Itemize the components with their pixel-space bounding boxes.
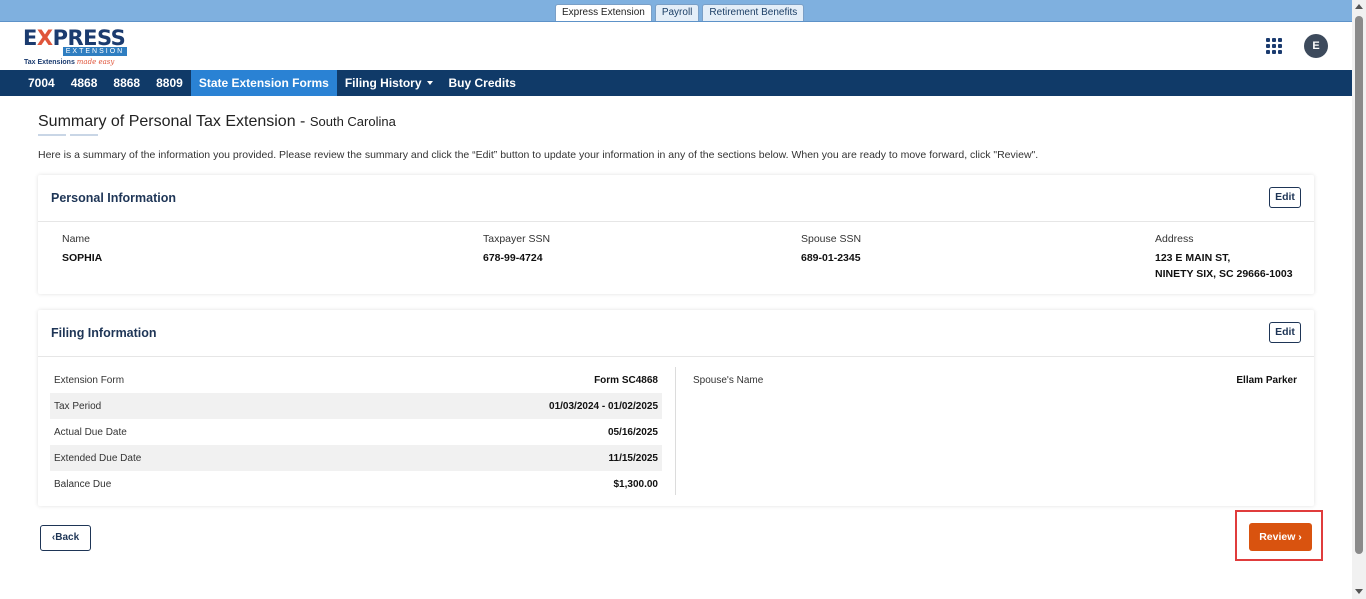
app-tab-payroll[interactable]: Payroll — [654, 4, 700, 21]
nav-item-state-extension-forms[interactable]: State Extension Forms — [190, 70, 337, 96]
nav-item-buy-credits[interactable]: Buy Credits — [441, 70, 524, 96]
field-label: Address — [1155, 233, 1194, 245]
logo-extension-band: EXTENSION — [63, 47, 127, 56]
nav-item-label: Filing History — [344, 76, 422, 90]
header: EXPRESS EXTENSION Tax Extensions made ea… — [0, 22, 1352, 70]
edit-filing-button[interactable]: Edit — [1269, 322, 1301, 343]
nav-item-7004[interactable]: 7004 — [20, 70, 63, 96]
nav-item-4868[interactable]: 4868 — [63, 70, 106, 96]
main-nav: 7004 4868 8868 8809 State Extension Form… — [0, 70, 1352, 96]
table-row: Extended Due Date 11/15/2025 — [50, 445, 662, 471]
table-row: Actual Due Date 05/16/2025 — [50, 419, 662, 445]
address-field: Address 123 E MAIN ST, NINETY SIX, SC 29… — [1155, 233, 1293, 282]
express-extension-logo[interactable]: EXPRESS EXTENSION Tax Extensions made ea… — [23, 27, 133, 67]
nav-item-filing-history[interactable]: Filing History — [337, 70, 441, 96]
scrollbar-thumb[interactable] — [1355, 16, 1363, 554]
row-value: Form SC4868 — [594, 374, 658, 386]
row-label: Spouse's Name — [693, 374, 764, 386]
field-label: Name — [62, 233, 91, 245]
table-row: Spouse's Name Ellam Parker — [689, 367, 1301, 393]
nav-item-8868[interactable]: 8868 — [105, 70, 148, 96]
row-value: 11/15/2025 — [608, 452, 659, 464]
scroll-up-arrow-icon[interactable] — [1355, 4, 1363, 9]
caret-down-icon — [426, 80, 433, 85]
table-row: Extension Form Form SC4868 — [50, 367, 662, 393]
state-name: South Carolina — [309, 114, 396, 129]
row-value: $1,300.00 — [613, 478, 659, 490]
back-label: Back — [55, 532, 80, 543]
row-label: Extension Form — [54, 374, 125, 386]
address-line-1: 123 E MAIN ST, — [1155, 252, 1231, 264]
filing-details-table: Extension Form Form SC4868 Tax Period 01/0… — [50, 367, 662, 497]
row-label: Balance Due — [54, 478, 112, 490]
column-divider — [675, 367, 676, 495]
row-label: Tax Period — [54, 400, 102, 412]
review-button[interactable]: Review › — [1249, 523, 1312, 551]
app-tab-retirement-benefits[interactable]: Retirement Benefits — [702, 4, 805, 21]
personal-information-card: Personal Information Edit Name SOPHIA Ta… — [38, 175, 1314, 294]
card-title: Personal Information — [51, 191, 177, 205]
card-title: Filing Information — [51, 326, 157, 340]
title-underline — [38, 134, 98, 136]
app-tabs: Express Extension Payroll Retirement Ben… — [555, 4, 805, 21]
app-tab-express-extension[interactable]: Express Extension — [555, 4, 652, 21]
user-avatar[interactable]: E — [1304, 34, 1328, 58]
field-label: Taxpayer SSN — [483, 233, 551, 245]
spouse-ssn-field: Spouse SSN 689-01-2345 — [801, 233, 861, 266]
field-value: SOPHIA — [62, 252, 103, 264]
row-value: Ellam Parker — [1236, 374, 1297, 386]
filing-information-card: Filing Information Edit Extension Form Fo… — [38, 310, 1314, 506]
app-switcher-bar: Express Extension Payroll Retirement Ben… — [0, 0, 1352, 22]
row-value: 01/03/2024 - 01/02/2025 — [549, 400, 658, 412]
spouse-details-table: Spouse's Name Ellam Parker — [689, 367, 1301, 393]
field-value: 689-01-2345 — [801, 252, 861, 264]
row-label: Actual Due Date — [54, 426, 127, 438]
field-value: 678-99-4724 — [483, 252, 543, 264]
row-value: 05/16/2025 — [607, 426, 658, 438]
field-label: Spouse SSN — [801, 233, 862, 245]
chevron-right-icon: › — [1298, 531, 1302, 543]
card-header: Filing Information Edit — [38, 310, 1314, 357]
intro-text: Here is a summary of the information you… — [38, 149, 1039, 161]
apps-grid-icon[interactable] — [1266, 38, 1282, 54]
back-button[interactable]: ‹Back — [40, 525, 91, 551]
card-header: Personal Information Edit — [38, 175, 1314, 222]
row-label: Extended Due Date — [54, 452, 142, 464]
logo-wordmark: EXPRESS — [23, 26, 126, 50]
page-title: Summary of Personal Tax Extension - Sout… — [38, 113, 396, 130]
table-row: Balance Due $1,300.00 — [50, 471, 662, 497]
table-row: Tax Period 01/03/2024 - 01/02/2025 — [50, 393, 662, 419]
nav-item-8809[interactable]: 8809 — [148, 70, 191, 96]
taxpayer-ssn-field: Taxpayer SSN 678-99-4724 — [483, 233, 550, 266]
scroll-down-arrow-icon[interactable] — [1355, 589, 1363, 594]
vertical-scrollbar[interactable] — [1352, 0, 1366, 599]
edit-personal-button[interactable]: Edit — [1269, 187, 1301, 208]
address-line-2: NINETY SIX, SC 29666-1003 — [1155, 268, 1293, 280]
logo-tagline: Tax Extensions made easy — [24, 58, 115, 66]
review-label: Review — [1259, 531, 1296, 543]
name-field: Name SOPHIA — [62, 233, 102, 266]
